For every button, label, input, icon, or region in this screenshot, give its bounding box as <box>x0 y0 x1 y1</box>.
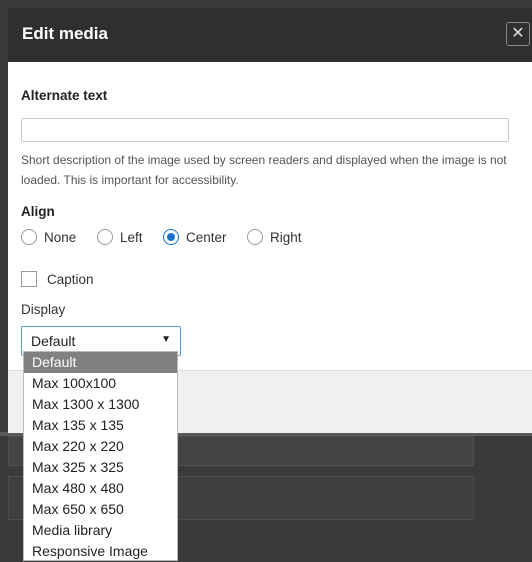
align-radio-none[interactable]: None <box>21 228 76 246</box>
alt-text-input[interactable] <box>21 118 509 142</box>
radio-label: None <box>44 229 77 245</box>
dropdown-option[interactable]: Max 100x100 <box>24 373 177 394</box>
dropdown-option[interactable]: Media library <box>24 520 177 541</box>
radio-label: Right <box>270 229 302 245</box>
dropdown-option[interactable]: Max 325 x 325 <box>24 457 177 478</box>
alt-text-description: Short description of the image used by s… <box>21 153 507 187</box>
radio-label: Left <box>120 229 143 245</box>
display-select-value: Default <box>31 333 76 349</box>
align-label: Align <box>21 204 55 219</box>
close-icon: ✕ <box>511 25 525 42</box>
display-label: Display <box>21 302 66 317</box>
dialog-titlebar: Edit media ✕ <box>8 8 532 62</box>
dropdown-option[interactable]: Default <box>24 352 177 373</box>
alt-text-label: Alternate text <box>21 88 108 103</box>
align-radio-center[interactable]: Center <box>163 228 227 246</box>
close-button[interactable]: ✕ <box>506 22 530 46</box>
align-radio-left[interactable]: Left <box>97 228 143 246</box>
radio-label: Center <box>186 229 227 245</box>
dropdown-option[interactable]: Max 480 x 480 <box>24 478 177 499</box>
dropdown-option[interactable]: Max 1300 x 1300 <box>24 394 177 415</box>
radio-icon <box>21 229 37 245</box>
caption-checkbox-row[interactable]: Caption <box>21 270 94 288</box>
radio-icon <box>247 229 263 245</box>
dropdown-option[interactable]: Max 135 x 135 <box>24 415 177 436</box>
caption-label: Caption <box>47 271 94 287</box>
dropdown-option[interactable]: Responsive Image <box>24 541 177 562</box>
caret-down-icon: ▼ <box>161 334 171 345</box>
radio-selected-icon <box>163 229 179 245</box>
caption-checkbox[interactable] <box>21 271 37 287</box>
display-dropdown-list: Default Max 100x100 Max 1300 x 1300 Max … <box>23 351 178 561</box>
radio-icon <box>97 229 113 245</box>
align-radio-right[interactable]: Right <box>247 228 302 246</box>
dialog-title: Edit media <box>22 24 108 43</box>
dropdown-option[interactable]: Max 220 x 220 <box>24 436 177 457</box>
dropdown-option[interactable]: Max 650 x 650 <box>24 499 177 520</box>
